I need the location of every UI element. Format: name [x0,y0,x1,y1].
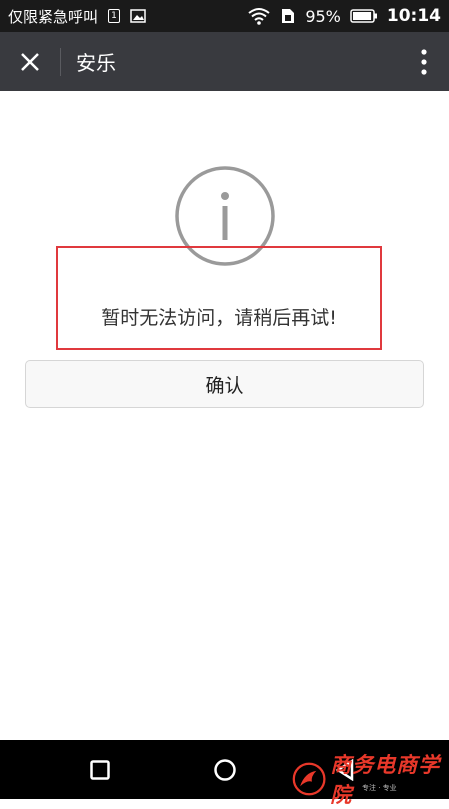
title-bar: 安乐 [0,32,449,91]
confirm-button[interactable]: 确认 [25,360,424,408]
highlight-box: 暂时无法访问，请稍后再试! [56,246,382,350]
watermark-subtext: 专注 · 专业 [362,784,397,792]
sim-number: 1 [111,10,117,21]
status-bar-left: 仅限紧急呼叫 1 [8,6,146,27]
more-vertical-icon [421,48,427,75]
title-divider [60,47,61,76]
recent-apps-button[interactable] [70,740,130,799]
watermark-text: 商务电商学院 [330,752,441,807]
carrier-text: 仅限紧急呼叫 [8,7,99,26]
wifi-icon [248,8,270,25]
sim-icon: 1 [108,9,121,23]
error-message: 暂时无法访问，请稍后再试! [101,306,337,329]
status-bar-right: 95% 10:14 [247,6,441,26]
watermark: 商务电商学院 专注 · 专业 [292,749,449,809]
close-icon [21,52,39,71]
home-button[interactable] [195,740,255,799]
square-icon [90,759,110,780]
status-bar: 仅限紧急呼叫 1 95% 10:14 [0,0,449,32]
image-icon [130,9,146,23]
more-button[interactable] [399,32,449,91]
clock: 10:14 [386,6,441,26]
page-title: 安乐 [76,51,116,75]
circle-icon [214,758,236,781]
close-button[interactable] [0,32,60,91]
watermark-logo-icon [292,762,326,796]
sim-status-icon [282,9,295,23]
battery-icon [350,9,377,23]
confirm-button-label: 确认 [205,374,244,397]
battery-percent: 95% [305,6,341,26]
